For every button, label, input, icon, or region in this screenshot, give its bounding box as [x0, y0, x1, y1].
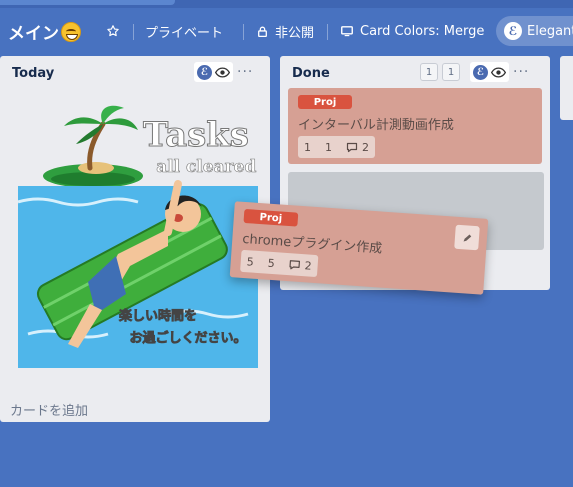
elegant-icon[interactable]: ℰ [473, 64, 488, 80]
board-header: メイン プライベート 非公開 Card Colors: Merge ℰ Eleg… [0, 16, 573, 48]
card-label: Proj [243, 208, 299, 227]
list-title[interactable]: Done [292, 66, 330, 81]
elegant-icon[interactable]: ℰ [197, 64, 212, 80]
illustration-message-line2: お過ごしください。 [129, 330, 246, 346]
card-badge: 5 [246, 254, 255, 269]
card-badges: 1 1 2 [298, 136, 375, 158]
visibility-button[interactable]: プライベート [139, 18, 229, 44]
eye-icon[interactable] [214, 63, 231, 82]
edit-card-button[interactable] [454, 224, 480, 251]
list-tools: ℰ ··· [194, 62, 253, 82]
header-divider [243, 24, 244, 40]
list-menu-icon[interactable]: ··· [237, 65, 253, 79]
card-badge: 1 [325, 140, 332, 154]
elegant-badge-icon: ℰ [504, 22, 522, 40]
list-today: Today ℰ ··· Tasks all cleared! 楽しい時間を お過… [0, 56, 270, 422]
grin-emoji-icon [61, 21, 81, 42]
tasks-cleared-illustration: Tasks all cleared! 楽しい時間を お過ごしください。 [17, 104, 264, 374]
card-title: インターバル計測動画作成 [298, 118, 454, 133]
top-strip [0, 0, 573, 8]
privacy-button[interactable]: 非公開 [250, 18, 320, 44]
visibility-label: プライベート [145, 25, 224, 41]
privacy-label: 非公開 [275, 25, 315, 41]
beach-float-illustration: Tasks all cleared! 楽しい時間を お過ごしください。 [17, 105, 264, 368]
illustration-message-line1: 楽しい時間を [118, 308, 197, 324]
lock-icon [256, 25, 269, 38]
card-colors-label: Card Colors: Merge [360, 23, 485, 39]
star-button[interactable] [100, 18, 132, 44]
comment-icon [346, 142, 358, 152]
list-power-ups: ℰ [194, 62, 233, 82]
illustration-subheading: all cleared! [156, 157, 258, 177]
add-card-button[interactable]: カードを追加 [10, 400, 88, 419]
illustration-heading: Tasks [143, 115, 249, 155]
board-title[interactable]: メイン [8, 19, 81, 44]
list-counter: 1 [442, 63, 460, 81]
list-partial-right [560, 56, 573, 120]
eye-icon[interactable] [490, 63, 507, 82]
comments-badge: 2 [288, 258, 313, 273]
star-icon [106, 24, 120, 38]
pencil-icon [463, 233, 471, 241]
list-menu-icon[interactable]: ··· [513, 65, 529, 79]
card[interactable]: Proj インターバル計測動画作成 1 1 2 [288, 88, 542, 164]
list-power-ups: ℰ [470, 62, 509, 82]
header-divider [133, 24, 134, 40]
top-notch [0, 0, 175, 5]
header-divider [327, 24, 328, 40]
card-badges: 5 5 2 [240, 249, 319, 278]
comment-count: 2 [304, 258, 313, 273]
elegant-label: Elegant [527, 23, 573, 39]
card-label: Proj [298, 95, 352, 109]
comments-badge: 2 [346, 141, 369, 154]
comment-count: 2 [362, 140, 369, 154]
monitor-icon [340, 25, 354, 38]
list-tools: 1 1 ℰ ··· [420, 62, 529, 82]
card-colors-button[interactable]: Card Colors: Merge [334, 18, 490, 44]
board-title-text: メイン [8, 24, 59, 44]
card-badge: 1 [304, 140, 311, 154]
elegant-power-up[interactable]: ℰ Elegant [496, 16, 573, 46]
comment-icon [289, 259, 301, 269]
list-title[interactable]: Today [12, 66, 54, 81]
card-badge: 5 [267, 256, 276, 270]
list-counter: 1 [420, 63, 438, 81]
